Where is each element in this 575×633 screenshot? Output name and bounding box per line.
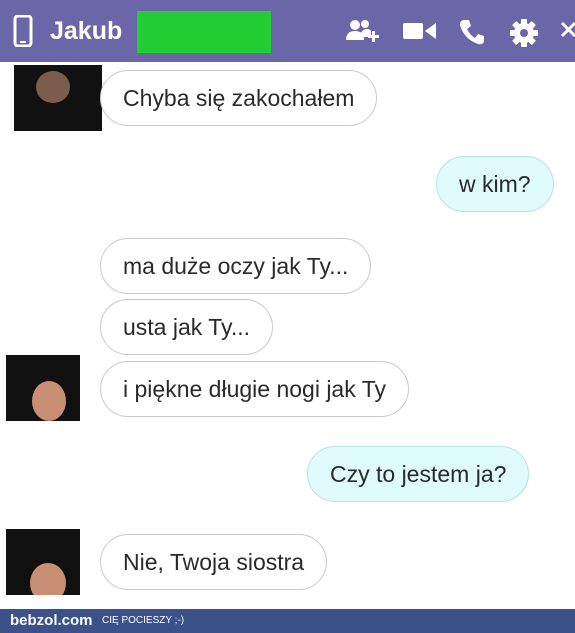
message-bubble-incoming: usta jak Ty...: [100, 299, 273, 355]
add-person-icon[interactable]: [346, 18, 382, 44]
avatar-face: [36, 71, 70, 103]
call-icon[interactable]: [458, 18, 486, 46]
message-bubble-incoming: Chyba się zakochałem: [100, 70, 378, 126]
contact-avatar: [6, 529, 80, 595]
censor-block: [137, 11, 271, 53]
contact-avatar: [14, 65, 102, 131]
phone-device-icon: [13, 15, 33, 47]
settings-icon[interactable]: [509, 18, 539, 48]
contact-name[interactable]: Jakub: [50, 15, 122, 47]
message-bubble-outgoing: w kim?: [436, 156, 554, 212]
avatar-face: [32, 381, 66, 421]
avatar-face: [30, 563, 66, 595]
video-call-icon[interactable]: [402, 18, 438, 44]
close-icon[interactable]: [560, 18, 575, 44]
contact-avatar: [6, 355, 80, 421]
watermark-footer: bebzol.com CIĘ POCIESZY ;-): [0, 609, 575, 633]
footer-slogan: CIĘ POCIESZY ;-): [102, 615, 185, 626]
message-bubble-outgoing: Czy to jestem ja?: [307, 446, 530, 502]
message-bubble-incoming: i piękne długie nogi jak Ty: [100, 361, 409, 417]
message-bubble-incoming: ma duże oczy jak Ty...: [100, 238, 372, 294]
footer-brand[interactable]: bebzol.com: [10, 611, 93, 631]
chat-header: Jakub: [0, 0, 575, 62]
message-bubble-incoming: Nie, Twoja siostra: [100, 534, 328, 590]
